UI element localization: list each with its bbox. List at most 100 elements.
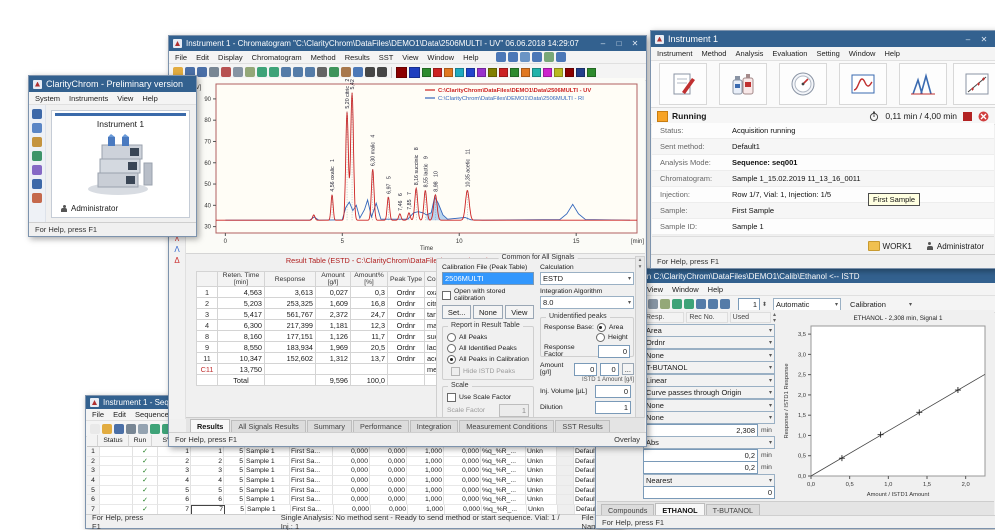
- istd-more-button[interactable]: ...: [622, 363, 634, 375]
- menu-edit[interactable]: Edit: [196, 53, 209, 62]
- station-icon[interactable]: [32, 137, 42, 147]
- sequence-row[interactable]: 6✓665Sample 1First Sa...0,0000,0001,0000…: [87, 495, 620, 505]
- signal-color-5[interactable]: [444, 68, 453, 77]
- calibration-titlebar[interactable]: Calibration C:\ClarityChrom\DataFiles\DE…: [596, 269, 995, 283]
- menu-help[interactable]: Help: [142, 94, 157, 103]
- menu-view[interactable]: View: [117, 94, 133, 103]
- menu-file[interactable]: File: [92, 410, 104, 419]
- menu-help[interactable]: Help: [708, 285, 723, 294]
- chromatogram-titlebar[interactable]: Instrument 1 - Chromatogram "C:\ClarityC…: [169, 36, 646, 51]
- menu-instruments[interactable]: Instruments: [69, 94, 108, 103]
- instrument-user-label[interactable]: Administrator: [937, 242, 984, 251]
- spinner-arrows-icon[interactable]: ⬍: [762, 301, 767, 308]
- tab-results[interactable]: Results: [190, 419, 230, 432]
- panel-scrollbar[interactable]: ▴▾: [635, 256, 645, 418]
- sequence-row[interactable]: 5✓555Sample 1First Sa...0,0000,0001,0000…: [87, 486, 620, 496]
- devices-icon[interactable]: [32, 151, 42, 161]
- prev-chrom-icon[interactable]: [365, 67, 375, 77]
- zoom-out-icon[interactable]: [293, 67, 303, 77]
- hplc-instrument-icon[interactable]: [82, 133, 160, 197]
- workspace-label[interactable]: WORK1: [883, 242, 912, 251]
- network-icon[interactable]: [32, 165, 42, 175]
- run-checkbox[interactable]: ✓: [133, 495, 158, 505]
- run-checkbox[interactable]: ✓: [133, 447, 158, 457]
- mobile-phase-icon[interactable]: [719, 63, 767, 105]
- save-icon[interactable]: [114, 424, 124, 434]
- sequence-icon[interactable]: [32, 179, 42, 189]
- run-checkbox[interactable]: ✓: [133, 466, 158, 476]
- undo-icon[interactable]: [257, 67, 267, 77]
- amount-input[interactable]: 0: [574, 363, 597, 376]
- zoom-in-icon[interactable]: [696, 299, 706, 309]
- report-radio-2[interactable]: [447, 344, 456, 353]
- instrument-titlebar[interactable]: Instrument 1 – ✕: [651, 31, 995, 47]
- chromatogram-icon[interactable]: [496, 52, 506, 62]
- menu-method[interactable]: Method: [311, 53, 336, 62]
- calibration-icon[interactable]: [953, 63, 995, 105]
- open-icon[interactable]: [102, 424, 112, 434]
- use-scale-checkbox[interactable]: [447, 393, 456, 402]
- dilution-input[interactable]: 1: [595, 401, 631, 414]
- zoom-in-icon[interactable]: [281, 67, 291, 77]
- calibration-field-dropdown[interactable]: Ordnr▾: [643, 336, 775, 349]
- set-button[interactable]: Set...: [442, 305, 471, 319]
- response-factor-input[interactable]: 0: [598, 345, 630, 358]
- calibration-field-dropdown[interactable]: T-BUTANOL▾: [643, 361, 775, 374]
- minimize-button[interactable]: –: [596, 38, 610, 49]
- menu-evaluation[interactable]: Evaluation: [772, 49, 807, 58]
- menu-sequence[interactable]: Sequence: [135, 410, 169, 419]
- calibration-field-dropdown[interactable]: Nearest▾: [643, 474, 775, 487]
- redo-icon[interactable]: [684, 299, 694, 309]
- run-checkbox[interactable]: ✓: [133, 476, 158, 486]
- user-accounts-icon[interactable]: [32, 109, 42, 119]
- sequence-row[interactable]: 4✓445Sample 1First Sa...0,0000,0001,0000…: [87, 476, 620, 486]
- menu-system[interactable]: System: [35, 94, 60, 103]
- accessibility-icon[interactable]: [353, 67, 363, 77]
- move-icon[interactable]: [341, 67, 351, 77]
- signal-color-15[interactable]: [554, 68, 563, 77]
- signal-color-17[interactable]: [576, 68, 585, 77]
- height-radio[interactable]: [596, 333, 605, 342]
- istd-amount-input[interactable]: 0: [600, 363, 618, 376]
- menu-view[interactable]: View: [402, 53, 418, 62]
- zoom-out-icon[interactable]: [708, 299, 718, 309]
- menu-help[interactable]: Help: [884, 49, 899, 58]
- copy-icon[interactable]: [233, 67, 243, 77]
- moving-average-icon[interactable]: Δ: [170, 256, 184, 266]
- run-checkbox[interactable]: ✓: [133, 486, 158, 496]
- chromatogram-plot[interactable]: 30405060708090051015[mV]VoltageTime[min]…: [186, 78, 645, 253]
- calibration-mode-dropdown[interactable]: Automatic▾: [773, 298, 841, 311]
- calibration-field-dropdown[interactable]: None▾: [643, 411, 775, 424]
- cut-icon[interactable]: [221, 67, 231, 77]
- tab-all-signals-results[interactable]: All Signals Results: [231, 420, 305, 432]
- signal-color-4[interactable]: [433, 68, 442, 77]
- run-checkbox[interactable]: ✓: [133, 457, 158, 467]
- inj-volume-input[interactable]: 0: [595, 385, 631, 398]
- calibration-field-input[interactable]: 0,2: [643, 461, 758, 474]
- sequence-row[interactable]: 3✓335Sample 1First Sa...0,0000,0001,0000…: [87, 466, 620, 476]
- menu-window[interactable]: Window: [672, 285, 699, 294]
- menu-analysis[interactable]: Analysis: [735, 49, 763, 58]
- unzoom-icon[interactable]: [720, 299, 730, 309]
- signal-color-3[interactable]: [422, 68, 431, 77]
- next-chrom-icon[interactable]: [377, 67, 387, 77]
- menu-chromatogram[interactable]: Chromatogram: [252, 53, 302, 62]
- signal-color-6[interactable]: [455, 68, 464, 77]
- integration-dropdown[interactable]: 8.0▾: [540, 296, 634, 309]
- sequence-row[interactable]: 2✓225Sample 1First Sa...0,0000,0001,0000…: [87, 457, 620, 467]
- calibration-field-dropdown[interactable]: Area▾: [643, 324, 775, 337]
- area-radio[interactable]: [597, 323, 606, 332]
- undo-icon[interactable]: [150, 424, 160, 434]
- minimize-button[interactable]: –: [961, 34, 975, 45]
- open-stored-checkbox[interactable]: [442, 291, 451, 300]
- calculation-dropdown[interactable]: ESTD▾: [540, 272, 634, 285]
- close-button[interactable]: ✕: [628, 38, 642, 49]
- signal-color-8[interactable]: [477, 68, 486, 77]
- none-button[interactable]: None: [473, 305, 502, 319]
- print-preview-icon[interactable]: [138, 424, 148, 434]
- report-icon[interactable]: [532, 52, 542, 62]
- view-button[interactable]: View: [505, 305, 534, 319]
- axes-icon[interactable]: [329, 67, 339, 77]
- menu-results[interactable]: Results: [345, 53, 370, 62]
- menu-help[interactable]: Help: [463, 53, 478, 62]
